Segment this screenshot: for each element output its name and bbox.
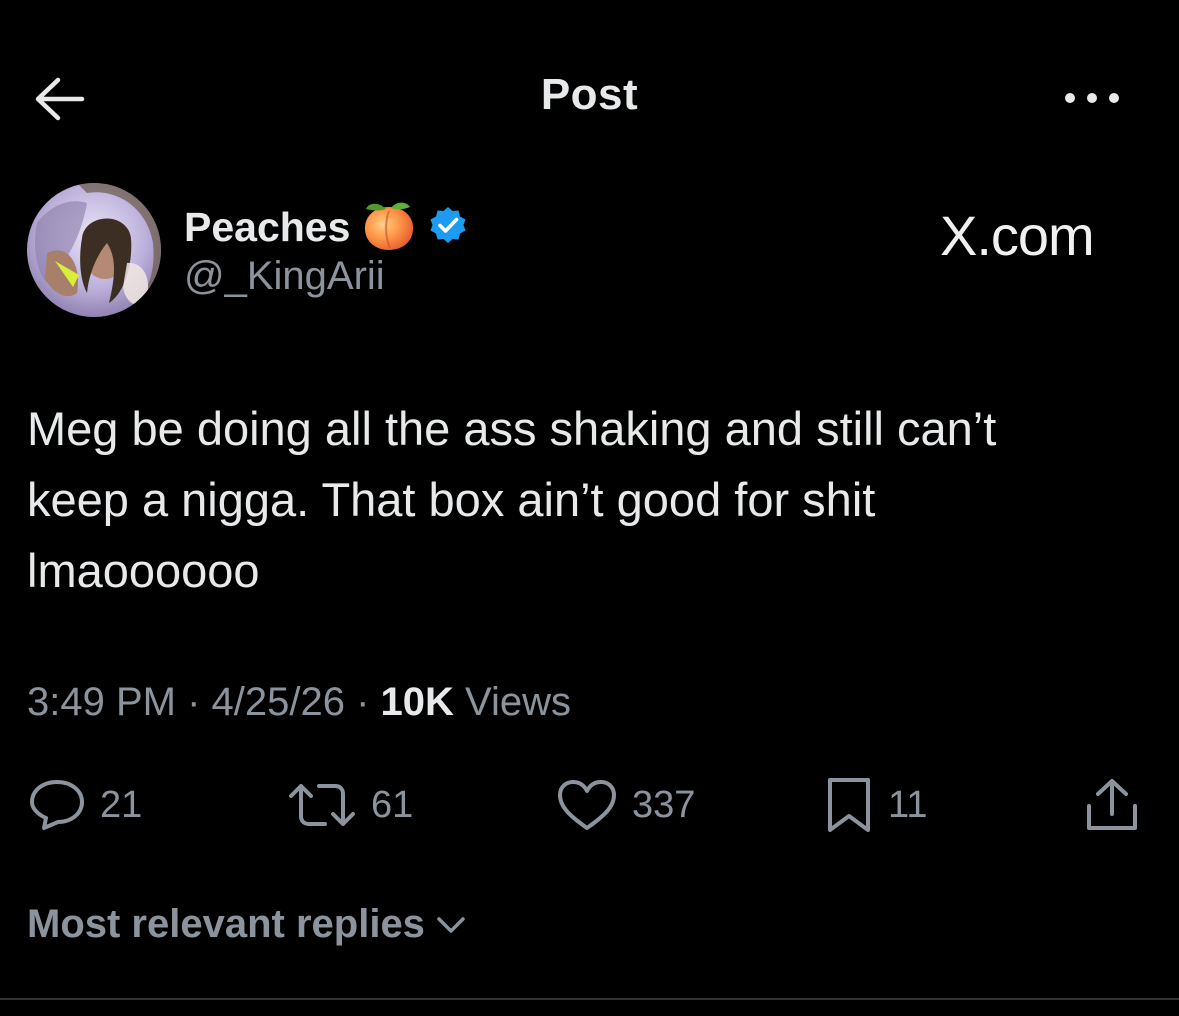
bookmark-button[interactable]: 11 [824,775,927,835]
post-text-line: keep a nigga. That box ain’t good for sh… [27,473,876,526]
post-date: 4/25/26 [211,680,345,724]
reply-count: 21 [100,783,143,826]
reply-icon [30,780,84,830]
action-bar: 21 61 337 11 [0,775,1179,835]
top-bar: Post [0,0,1179,190]
post-meta: 3:49 PM · 4/25/26 · 10K Views [27,680,571,725]
like-button[interactable]: 337 [556,775,695,835]
author-handle[interactable]: @_KingArii [184,254,385,299]
meta-separator: · [344,680,381,724]
share-icon [1087,779,1137,830]
author-name[interactable]: Peaches [184,204,350,251]
avatar[interactable] [27,183,161,317]
page-title: Post [540,70,639,119]
chevron-down-icon [437,916,465,933]
post-time: 3:49 PM [27,680,176,724]
replies-sort-dropdown[interactable]: Most relevant replies [27,902,467,947]
replies-sort-label: Most relevant replies [27,902,425,946]
watermark: X.com [940,204,1095,267]
author-name-row[interactable]: Peaches [184,198,468,256]
repost-icon [289,784,355,826]
post-text-line: lmaoooooo [27,544,260,597]
views-label[interactable]: Views [465,680,571,724]
verified-badge-icon[interactable] [428,205,468,250]
peach-emoji-icon [362,199,416,256]
meta-separator: · [175,680,212,724]
repost-count: 61 [371,783,414,826]
share-button[interactable] [1084,775,1140,835]
views-count[interactable]: 10K [381,680,454,724]
more-dots-icon [1065,93,1119,103]
reply-button[interactable]: 21 [28,775,142,835]
divider [0,998,1179,1000]
repost-button[interactable]: 61 [287,775,413,835]
post-text-line: Meg be doing all the ass shaking and sti… [27,402,997,455]
heart-icon [558,780,616,830]
more-options-button[interactable] [1062,86,1126,110]
bookmark-icon [828,778,870,832]
bookmark-count: 11 [888,783,928,826]
post-text: Meg be doing all the ass shaking and sti… [27,393,1147,606]
like-count: 337 [632,783,696,826]
